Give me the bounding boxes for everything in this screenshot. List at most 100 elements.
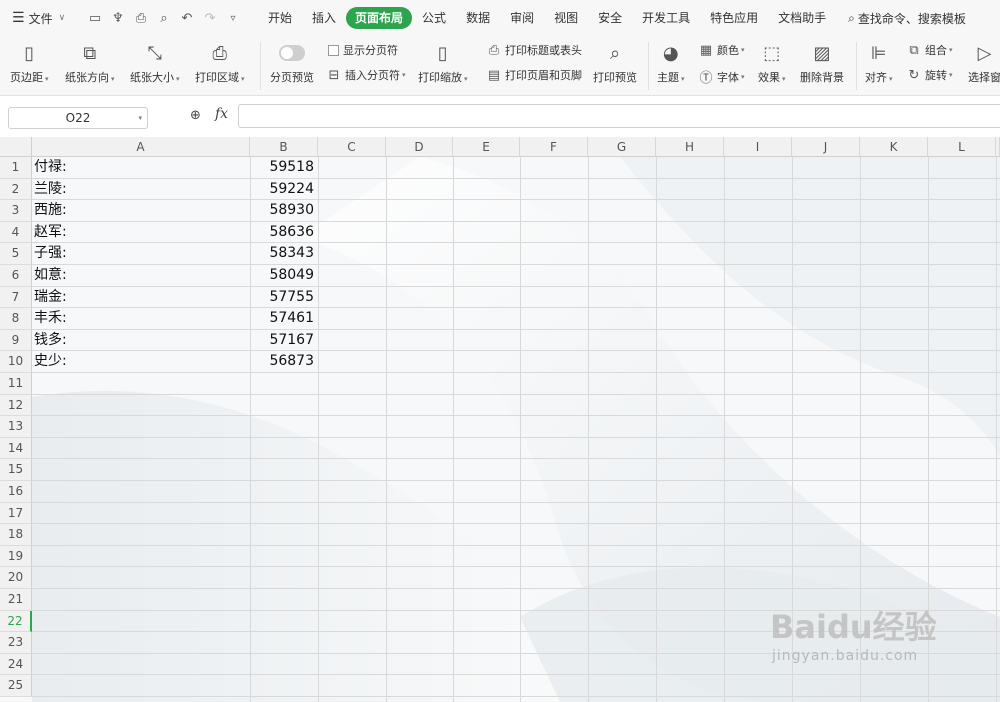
cell-value[interactable]: 58636 (250, 222, 314, 244)
cell-name[interactable]: 赵军: (34, 222, 248, 244)
fonts-button[interactable]: Ⓣ 字体 ▾ (698, 67, 744, 87)
group-button[interactable]: ⧉ 组合 ▾ (906, 42, 952, 58)
cell-name[interactable]: 西施: (34, 200, 248, 222)
print-area-button[interactable]: ⎙ 打印区域 ▾ (195, 40, 245, 85)
tab-4[interactable]: 数据 (456, 7, 500, 29)
row-header[interactable]: 23 (0, 632, 32, 654)
spreadsheet-grid[interactable]: ABCDEFGHIJKL 1 2 3 4 5 6 7 8 9 10 11 12 13 14 15 16 17 18… (0, 137, 1000, 702)
column-header[interactable]: J (792, 137, 860, 157)
tab-0[interactable]: 开始 (258, 7, 302, 29)
format-painter-icon[interactable]: ♆ (111, 11, 125, 26)
column-header[interactable]: E (453, 137, 520, 157)
row-header[interactable]: 14 (0, 437, 32, 460)
cell-name[interactable]: 丰禾: (34, 308, 248, 330)
cell-name[interactable]: 史少: (34, 351, 248, 373)
cell-name[interactable]: 付禄: (34, 157, 248, 179)
column-header[interactable]: B (250, 137, 318, 157)
colors-button[interactable]: ▦ 颜色 ▾ (698, 42, 745, 58)
row-header[interactable]: 9 (0, 329, 32, 352)
cell-value[interactable]: 57755 (250, 287, 314, 309)
print-icon[interactable]: ⎙ (134, 11, 148, 26)
column-header[interactable]: L (928, 137, 996, 157)
header-footer-button[interactable]: ▤ 打印页眉和页脚 (486, 67, 582, 83)
show-page-breaks-checkbox[interactable]: 显示分页符 (328, 42, 398, 58)
row-header[interactable]: 7 (0, 286, 32, 309)
cell-value[interactable]: 58930 (250, 200, 314, 222)
rotate-button[interactable]: ↻ 旋转 ▾ (906, 67, 953, 83)
tab-6[interactable]: 视图 (544, 7, 588, 29)
theme-button[interactable]: ◕ 主题 ▾ (657, 40, 685, 85)
selection-pane-button[interactable]: ▷ 选择窗 (968, 40, 1000, 85)
row-header[interactable]: 17 (0, 502, 32, 525)
insert-page-break-button[interactable]: ⊟ 插入分页符 ▾ (326, 67, 406, 83)
row-header[interactable]: 24 (0, 653, 32, 676)
file-menu[interactable]: ☰ 文件 ∨ (0, 10, 82, 27)
margins-button[interactable]: ▯ 页边距 ▾ (10, 40, 49, 85)
column-header[interactable]: H (656, 137, 724, 157)
cell-name[interactable]: 如意: (34, 265, 248, 287)
column-header[interactable]: C (318, 137, 386, 157)
row-header[interactable]: 10 (0, 351, 32, 373)
row-header[interactable]: 11 (0, 373, 32, 395)
column-header[interactable]: K (860, 137, 928, 157)
column-header[interactable]: D (386, 137, 453, 157)
row-header[interactable]: 1 (0, 157, 32, 179)
select-all-corner[interactable] (0, 137, 32, 157)
row-header[interactable]: 19 (0, 545, 32, 568)
delete-background-button[interactable]: ▨ 删除背景 (800, 40, 844, 85)
row-header[interactable]: 20 (0, 567, 32, 589)
row-header[interactable]: 6 (0, 265, 32, 287)
cell-name[interactable]: 子强: (34, 243, 248, 265)
print-preview-icon[interactable]: ⌕ (157, 11, 171, 26)
cell-name[interactable]: 兰陵: (34, 179, 248, 201)
redo-icon[interactable]: ↷ (203, 11, 217, 26)
row-header[interactable]: 22 (0, 610, 32, 633)
row-header[interactable]: 12 (0, 394, 32, 417)
cell-name[interactable]: 钱多: (34, 330, 248, 352)
tab-3[interactable]: 公式 (412, 7, 456, 29)
row-header[interactable]: 18 (0, 524, 32, 546)
name-box[interactable]: O22 ▾ (8, 107, 148, 129)
tab-5[interactable]: 审阅 (500, 7, 544, 29)
row-header[interactable]: 21 (0, 589, 32, 611)
row-header[interactable]: 4 (0, 221, 32, 244)
fx-icon[interactable]: fx (215, 106, 228, 122)
print-preview-button[interactable]: ⌕ 打印预览 (593, 40, 637, 85)
row-header[interactable]: 2 (0, 178, 32, 201)
cell-value[interactable]: 57461 (250, 308, 314, 330)
cell-value[interactable]: 59518 (250, 157, 314, 179)
undo-icon[interactable]: ↶ (180, 11, 194, 26)
tab-8[interactable]: 开发工具 (632, 7, 700, 29)
paper-size-button[interactable]: ⤡ 纸张大小 ▾ (130, 40, 180, 85)
cell-value[interactable]: 58049 (250, 265, 314, 287)
chevron-down-icon[interactable]: ▾ (138, 108, 142, 128)
tab-10[interactable]: 文档助手 (768, 7, 836, 29)
cell-value[interactable]: 56873 (250, 351, 314, 373)
customize-chevron-icon[interactable]: ▿ (226, 13, 240, 24)
column-header[interactable]: A (32, 137, 250, 157)
cell-value[interactable]: 57167 (250, 330, 314, 352)
tab-9[interactable]: 特色应用 (700, 7, 768, 29)
print-scaling-button[interactable]: ▯ 打印缩放 ▾ (418, 40, 468, 85)
tab-7[interactable]: 安全 (588, 7, 632, 29)
tab-2[interactable]: 页面布局 (346, 7, 413, 29)
cell-name[interactable]: 瑞金: (34, 287, 248, 309)
command-search[interactable]: ⌕ 查找命令、搜索模板 (848, 10, 966, 27)
row-header[interactable]: 25 (0, 675, 32, 697)
save-icon[interactable]: ▭ (88, 11, 102, 26)
align-button[interactable]: ⊫ 对齐 ▾ (865, 40, 893, 85)
effects-button[interactable]: ⬚ 效果 ▾ (758, 40, 786, 85)
column-header[interactable]: G (588, 137, 656, 157)
tab-1[interactable]: 插入 (302, 7, 346, 29)
print-titles-button[interactable]: ⎙ 打印标题或表头 (486, 42, 582, 58)
row-header[interactable]: 13 (0, 416, 32, 438)
row-header[interactable]: 3 (0, 200, 32, 222)
page-break-preview-button[interactable]: 分页预览 (270, 40, 314, 85)
cell-value[interactable]: 59224 (250, 179, 314, 201)
row-header[interactable]: 5 (0, 243, 32, 265)
column-header[interactable]: I (724, 137, 792, 157)
zoom-icon[interactable]: ⊕ (190, 108, 201, 123)
row-header[interactable]: 8 (0, 308, 32, 330)
formula-input[interactable] (238, 104, 1000, 128)
row-header[interactable]: 15 (0, 459, 32, 481)
